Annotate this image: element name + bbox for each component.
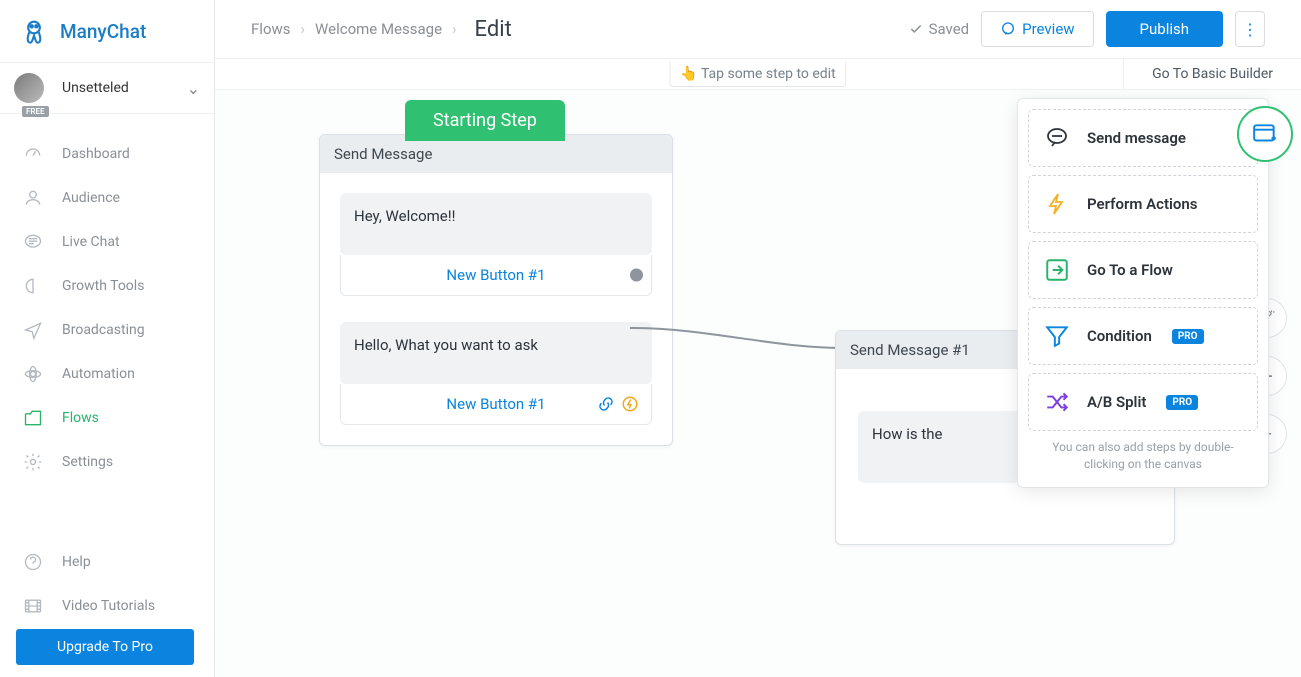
basic-builder-link[interactable]: Go To Basic Builder bbox=[1123, 59, 1301, 89]
kebab-icon: ⋮ bbox=[1242, 20, 1258, 39]
brand-name: ManyChat bbox=[60, 20, 146, 43]
nav-flows[interactable]: Flows bbox=[0, 396, 214, 440]
flow-canvas[interactable]: Starting Step Send Message Hey, Welcome!… bbox=[215, 90, 1301, 677]
audience-icon bbox=[22, 188, 44, 208]
add-perform-actions[interactable]: Perform Actions bbox=[1028, 175, 1258, 233]
main-nav: Dashboard Audience Live Chat Growth Tool… bbox=[0, 114, 214, 628]
nav-audience[interactable]: Audience bbox=[0, 176, 214, 220]
link-icon bbox=[597, 395, 615, 413]
nav-label: Live Chat bbox=[62, 234, 120, 250]
chevron-right-icon: › bbox=[452, 20, 457, 38]
plan-badge: FREE bbox=[22, 106, 49, 117]
starting-step-badge: Starting Step bbox=[405, 100, 565, 141]
flows-icon bbox=[22, 408, 44, 428]
pro-badge: PRO bbox=[1166, 395, 1198, 410]
growth-icon bbox=[22, 276, 44, 296]
nav-label: Audience bbox=[62, 190, 120, 206]
hint-banner: 👆 Tap some step to edit bbox=[669, 62, 846, 87]
add-step-panel: Send message Perform Actions Go To a Flo… bbox=[1017, 98, 1269, 488]
manychat-logo-icon bbox=[20, 17, 48, 45]
add-condition[interactable]: Condition PRO bbox=[1028, 307, 1258, 365]
automation-icon bbox=[22, 364, 44, 384]
add-panel-hint: You can also add steps by double-clickin… bbox=[1028, 439, 1258, 477]
chat-icon bbox=[22, 232, 44, 252]
more-menu-button[interactable]: ⋮ bbox=[1235, 11, 1265, 47]
arrow-box-icon bbox=[1043, 256, 1071, 284]
nav-label: Settings bbox=[62, 454, 113, 470]
brand-logo[interactable]: ManyChat bbox=[0, 0, 214, 62]
message-bubble-icon bbox=[1043, 124, 1071, 152]
nav-label: Help bbox=[62, 554, 91, 570]
add-goto-flow[interactable]: Go To a Flow bbox=[1028, 241, 1258, 299]
chevron-right-icon: › bbox=[301, 20, 306, 38]
message-text[interactable]: Hello, What you want to ask bbox=[340, 322, 652, 384]
message-button[interactable]: New Button #1 bbox=[340, 384, 652, 425]
nav-video[interactable]: Video Tutorials bbox=[0, 584, 214, 628]
saved-status: Saved bbox=[909, 20, 970, 38]
publish-button[interactable]: Publish bbox=[1106, 11, 1223, 47]
video-icon bbox=[22, 596, 44, 616]
account-switcher[interactable]: FREE Unsetteled ⌄ bbox=[0, 62, 214, 114]
add-step-fab[interactable] bbox=[1237, 106, 1293, 162]
page-title: Edit bbox=[475, 17, 512, 42]
message-text[interactable]: Hey, Welcome!! bbox=[340, 193, 652, 255]
nav-dashboard[interactable]: Dashboard bbox=[0, 132, 214, 176]
flow-node-send-message[interactable]: Send Message Hey, Welcome!! New Button #… bbox=[319, 134, 673, 446]
breadcrumb-flows[interactable]: Flows bbox=[251, 20, 291, 38]
connector-handle[interactable] bbox=[630, 269, 643, 282]
check-icon bbox=[909, 22, 923, 36]
add-send-message[interactable]: Send message bbox=[1028, 109, 1258, 167]
nav-label: Dashboard bbox=[62, 146, 130, 162]
pro-badge: PRO bbox=[1172, 329, 1204, 344]
message-button[interactable]: New Button #1 bbox=[340, 255, 652, 296]
nav-label: Broadcasting bbox=[62, 322, 145, 338]
dashboard-icon bbox=[22, 144, 44, 164]
nav-settings[interactable]: Settings bbox=[0, 440, 214, 484]
nav-growth[interactable]: Growth Tools bbox=[0, 264, 214, 308]
chevron-down-icon: ⌄ bbox=[187, 79, 200, 98]
nav-broadcasting[interactable]: Broadcasting bbox=[0, 308, 214, 352]
nav-label: Flows bbox=[62, 410, 99, 426]
message-icon bbox=[1000, 21, 1016, 37]
avatar bbox=[14, 73, 44, 103]
upgrade-button[interactable]: Upgrade To Pro bbox=[16, 629, 194, 665]
shuffle-icon bbox=[1043, 388, 1071, 416]
header: Flows › Welcome Message › Edit Saved Pre… bbox=[215, 0, 1301, 58]
nav-label: Automation bbox=[62, 366, 135, 382]
gear-icon bbox=[22, 452, 44, 472]
filter-icon bbox=[1043, 322, 1071, 350]
nav-help[interactable]: Help bbox=[0, 540, 214, 584]
broadcast-icon bbox=[22, 320, 44, 340]
help-icon bbox=[22, 552, 44, 572]
nav-livechat[interactable]: Live Chat bbox=[0, 220, 214, 264]
bolt-icon bbox=[1043, 190, 1071, 218]
preview-button[interactable]: Preview bbox=[981, 11, 1093, 47]
nav-label: Video Tutorials bbox=[62, 598, 155, 614]
subheader: 👆 Tap some step to edit Go To Basic Buil… bbox=[215, 58, 1301, 90]
nav-automation[interactable]: Automation bbox=[0, 352, 214, 396]
breadcrumb-flow-name[interactable]: Welcome Message bbox=[315, 20, 442, 38]
account-name: Unsetteled bbox=[62, 80, 129, 96]
nav-label: Growth Tools bbox=[62, 278, 144, 294]
action-icon bbox=[621, 395, 639, 413]
sidebar: ManyChat FREE Unsetteled ⌄ Dashboard Aud… bbox=[0, 0, 215, 677]
card-plus-icon bbox=[1250, 121, 1280, 147]
add-ab-split[interactable]: A/B Split PRO bbox=[1028, 373, 1258, 431]
